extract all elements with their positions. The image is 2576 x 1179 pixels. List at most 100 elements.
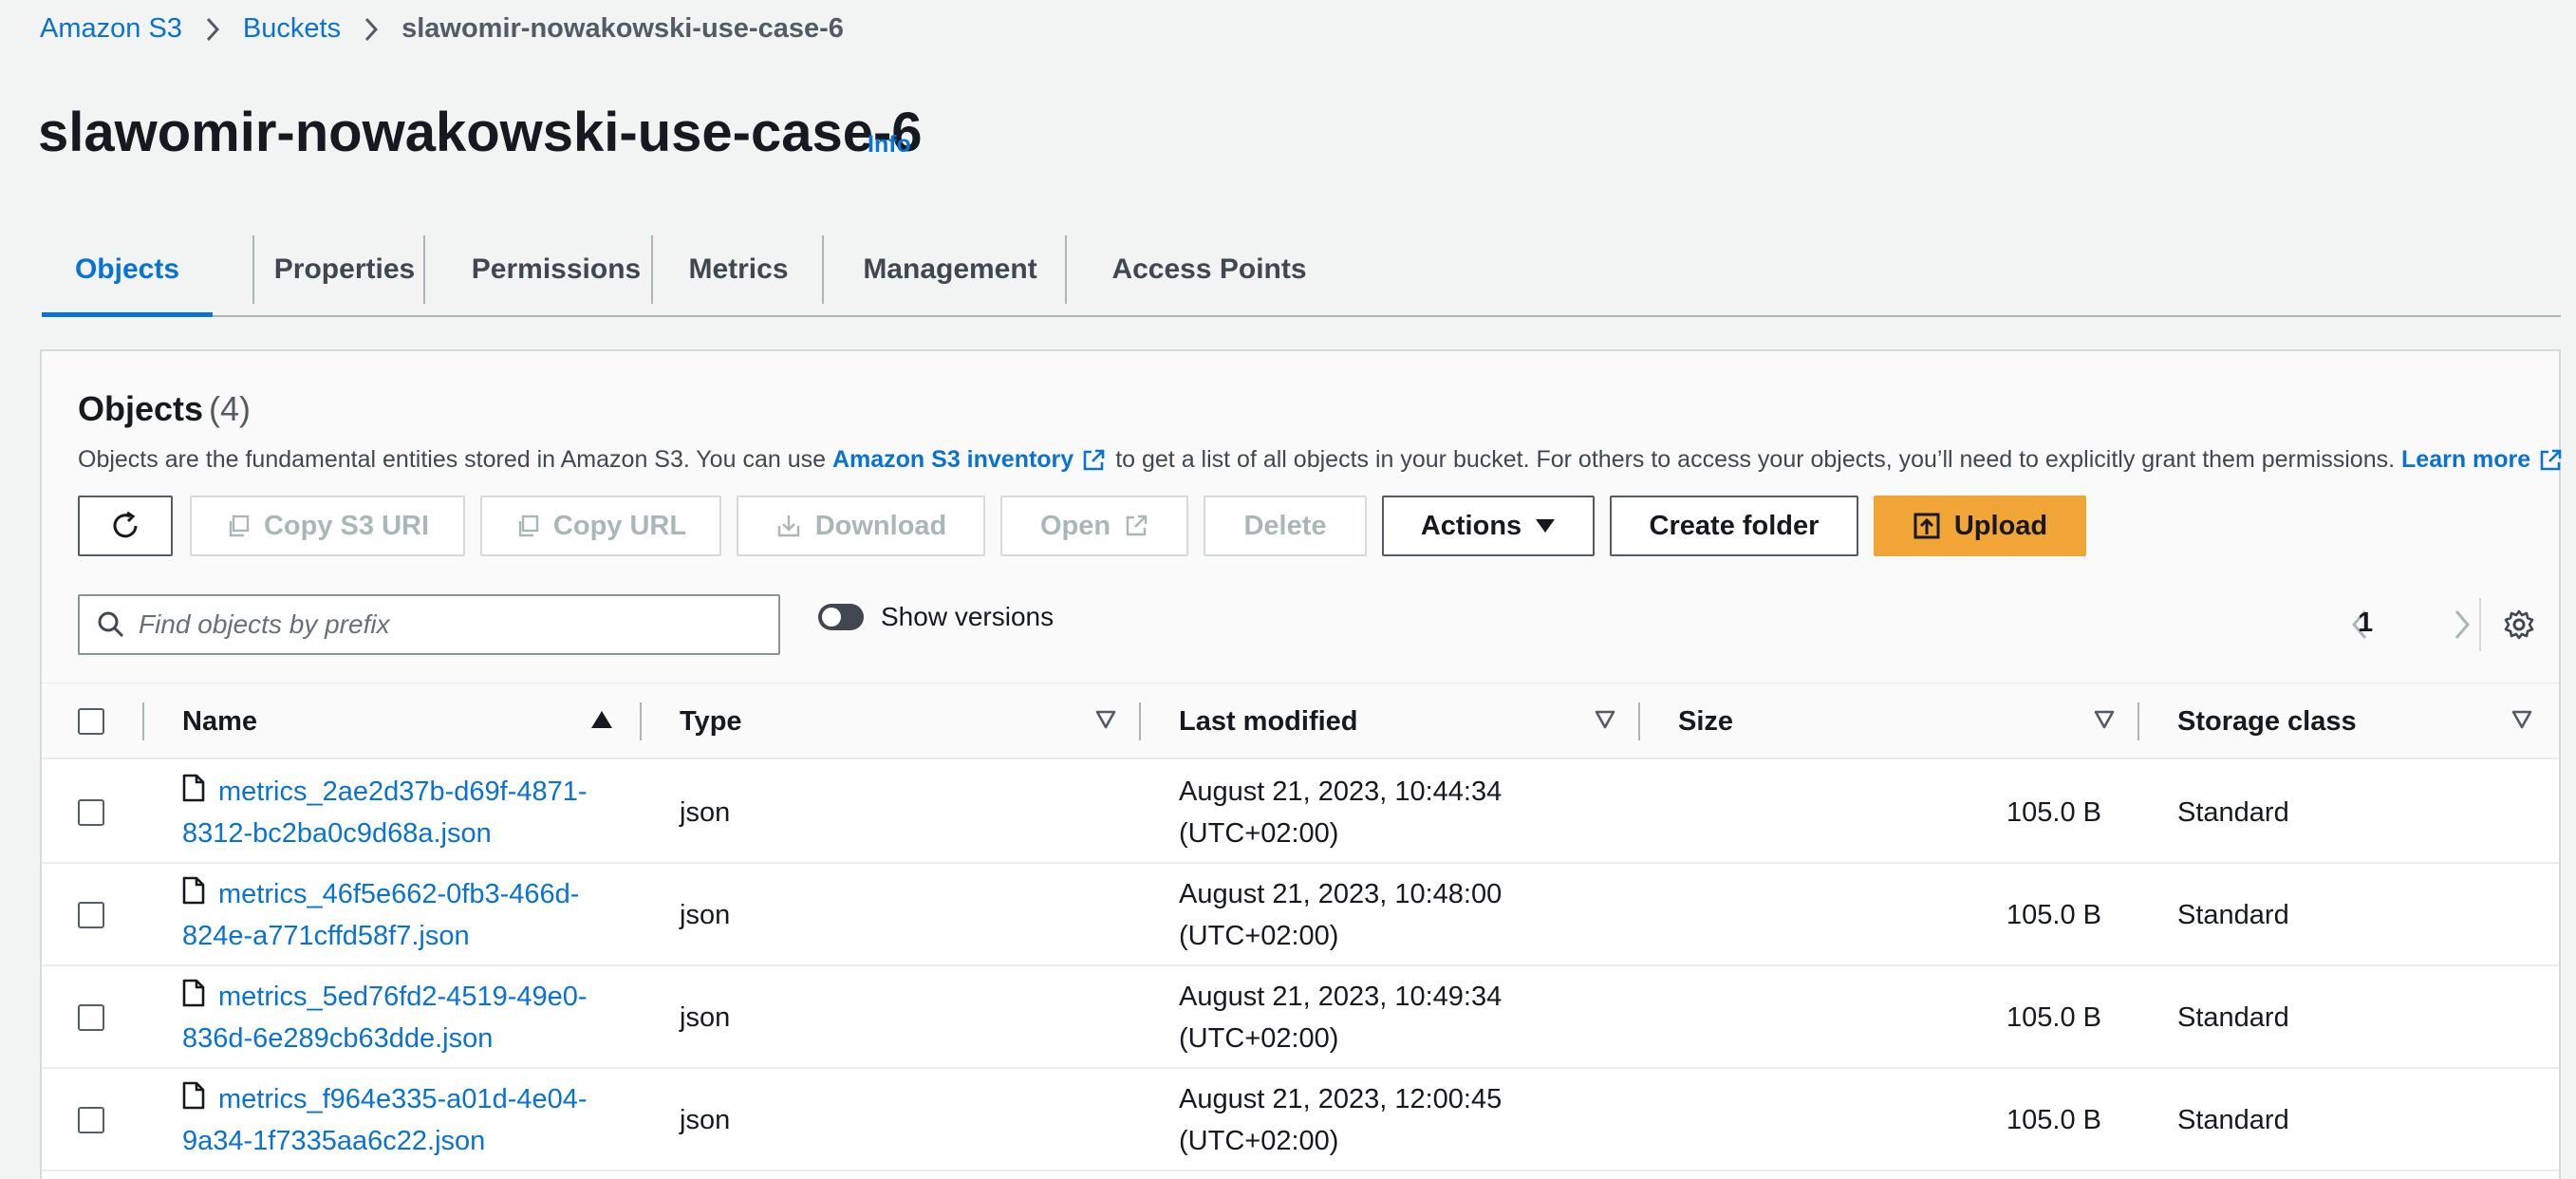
column-header-size[interactable]: Size bbox=[1678, 683, 1733, 759]
delete-button[interactable]: Delete bbox=[1204, 496, 1367, 556]
download-label: Download bbox=[814, 510, 947, 541]
page-title: slawomir-nowakowski-use-case-6 bbox=[38, 102, 923, 163]
open-button[interactable]: Open bbox=[1000, 496, 1188, 556]
table-row[interactable]: metrics_5ed76fd2-4519-49e0- 836d-6e289cb6… bbox=[42, 966, 2559, 1069]
object-name-link[interactable]: metrics_f964e335-a01d-4e04- 9a34-1f7335aa… bbox=[182, 1078, 676, 1162]
column-divider bbox=[2137, 702, 2139, 740]
inventory-link[interactable]: Amazon S3 inventory bbox=[832, 446, 1073, 474]
upload-icon bbox=[1913, 512, 1941, 540]
object-size: 105.0 B bbox=[2007, 1002, 2101, 1033]
row-checkbox[interactable] bbox=[78, 1004, 104, 1031]
object-name-link[interactable]: metrics_5ed76fd2-4519-49e0- 836d-6e289cb6… bbox=[182, 976, 676, 1059]
object-size: 105.0 B bbox=[2007, 1105, 2101, 1135]
show-versions-toggle[interactable]: Show versions bbox=[818, 602, 1054, 632]
create-folder-label: Create folder bbox=[1649, 510, 1820, 541]
object-name-line2: 9a34-1f7335aa6c22.json bbox=[182, 1126, 486, 1156]
object-size: 105.0 B bbox=[2007, 900, 2101, 930]
date-line2: (UTC+02:00) bbox=[1179, 1023, 1339, 1054]
sort-icon[interactable] bbox=[2511, 710, 2532, 729]
info-link[interactable]: Info bbox=[868, 131, 911, 159]
sort-ascending-icon[interactable] bbox=[590, 710, 613, 729]
next-page-button[interactable] bbox=[2445, 602, 2479, 647]
object-storage-class: Standard bbox=[2177, 900, 2289, 930]
file-icon bbox=[182, 876, 205, 905]
column-divider bbox=[1139, 702, 1141, 740]
breadcrumb-amazon-s3[interactable]: Amazon S3 bbox=[40, 13, 182, 45]
object-name-line1: metrics_f964e335-a01d-4e04- bbox=[218, 1084, 588, 1114]
column-header-name[interactable]: Name bbox=[182, 683, 257, 759]
object-storage-class: Standard bbox=[2177, 797, 2289, 828]
copy-s3-uri-button[interactable]: Copy S3 URI bbox=[190, 496, 465, 556]
object-name-line2: 824e-a771cffd58f7.json bbox=[182, 921, 470, 951]
tab-management[interactable]: Management bbox=[824, 224, 1076, 315]
object-name-line1: metrics_5ed76fd2-4519-49e0- bbox=[218, 982, 588, 1012]
download-icon bbox=[775, 513, 802, 539]
object-last-modified: August 21, 2023, 10:49:34 (UTC+02:00) bbox=[1179, 976, 1653, 1059]
column-header-type[interactable]: Type bbox=[680, 683, 742, 759]
copy-s3-uri-label: Copy S3 URI bbox=[263, 510, 430, 541]
column-header-last-modified[interactable]: Last modified bbox=[1179, 683, 1358, 759]
object-type: json bbox=[680, 1002, 731, 1033]
object-last-modified: August 21, 2023, 12:00:45 (UTC+02:00) bbox=[1179, 1078, 1653, 1162]
date-line2: (UTC+02:00) bbox=[1179, 818, 1339, 849]
column-header-storage-class[interactable]: Storage class bbox=[2177, 683, 2357, 759]
preferences-button[interactable] bbox=[2496, 602, 2542, 647]
objects-count: (4) bbox=[209, 389, 252, 428]
toggle-switch[interactable] bbox=[818, 604, 864, 630]
copy-url-button[interactable]: Copy URL bbox=[480, 496, 721, 556]
row-checkbox[interactable] bbox=[78, 1107, 104, 1133]
object-storage-class: Standard bbox=[2177, 1105, 2289, 1135]
table-row[interactable]: metrics_2ae2d37b-d69f-4871- 8312-bc2ba0c9… bbox=[42, 761, 2559, 864]
actions-dropdown[interactable]: Actions bbox=[1382, 496, 1595, 556]
show-versions-label: Show versions bbox=[881, 602, 1055, 631]
row-checkbox[interactable] bbox=[78, 902, 104, 928]
create-folder-button[interactable]: Create folder bbox=[1610, 496, 1858, 556]
object-last-modified: August 21, 2023, 10:48:00 (UTC+02:00) bbox=[1179, 873, 1653, 957]
objects-heading-label: Objects bbox=[78, 389, 204, 428]
object-name-link[interactable]: metrics_46f5e662-0fb3-466d- 824e-a771cffd… bbox=[182, 873, 676, 957]
tab-access-points[interactable]: Access Points bbox=[1067, 224, 1352, 315]
breadcrumb-buckets[interactable]: Buckets bbox=[243, 13, 341, 45]
sort-icon[interactable] bbox=[2094, 710, 2115, 729]
object-type: json bbox=[680, 1105, 731, 1135]
toggle-knob bbox=[822, 608, 841, 627]
caret-down-icon bbox=[1535, 518, 1556, 533]
download-button[interactable]: Download bbox=[737, 496, 985, 556]
refresh-icon bbox=[109, 510, 141, 542]
external-link-icon bbox=[2538, 448, 2563, 473]
select-all-checkbox[interactable] bbox=[78, 708, 104, 735]
refresh-button[interactable] bbox=[78, 496, 173, 556]
external-link-icon bbox=[1124, 514, 1148, 538]
copy-icon bbox=[226, 514, 251, 538]
sort-icon[interactable] bbox=[1095, 710, 1116, 729]
tab-metrics[interactable]: Metrics bbox=[653, 224, 824, 315]
object-name-line1: metrics_2ae2d37b-d69f-4871- bbox=[218, 777, 588, 807]
table-header: Name Type Last modified Size Storage cla… bbox=[42, 683, 2559, 759]
date-line2: (UTC+02:00) bbox=[1179, 921, 1339, 951]
column-divider bbox=[1638, 702, 1640, 740]
row-checkbox[interactable] bbox=[78, 799, 104, 826]
date-line1: August 21, 2023, 10:44:34 bbox=[1179, 777, 1503, 807]
table-row[interactable]: metrics_f964e335-a01d-4e04- 9a34-1f7335aa… bbox=[42, 1069, 2559, 1171]
file-icon bbox=[182, 1081, 205, 1110]
tab-objects[interactable]: Objects bbox=[42, 224, 213, 317]
object-type: json bbox=[680, 797, 731, 828]
search-input[interactable] bbox=[139, 609, 746, 640]
learn-more-link[interactable]: Learn more bbox=[2401, 446, 2530, 474]
table-row[interactable]: metrics_46f5e662-0fb3-466d- 824e-a771cffd… bbox=[42, 864, 2559, 966]
tab-permissions[interactable]: Permissions bbox=[425, 224, 687, 315]
chevron-right-icon bbox=[364, 17, 379, 42]
copy-url-label: Copy URL bbox=[552, 510, 687, 541]
object-name-link[interactable]: metrics_2ae2d37b-d69f-4871- 8312-bc2ba0c9… bbox=[182, 771, 676, 854]
breadcrumb: Amazon S3 Buckets slawomir-nowakowski-us… bbox=[40, 13, 844, 45]
upload-label: Upload bbox=[1953, 510, 2048, 541]
upload-button[interactable]: Upload bbox=[1874, 496, 2086, 556]
page-number[interactable]: 1 bbox=[2358, 608, 2373, 639]
column-divider bbox=[640, 702, 642, 740]
date-line1: August 21, 2023, 10:49:34 bbox=[1179, 982, 1503, 1012]
object-name-line2: 8312-bc2ba0c9d68a.json bbox=[182, 818, 492, 849]
tab-properties[interactable]: Properties bbox=[254, 224, 435, 315]
sort-icon[interactable] bbox=[1595, 710, 1615, 729]
open-label: Open bbox=[1039, 510, 1111, 541]
pager-divider bbox=[2479, 598, 2481, 651]
